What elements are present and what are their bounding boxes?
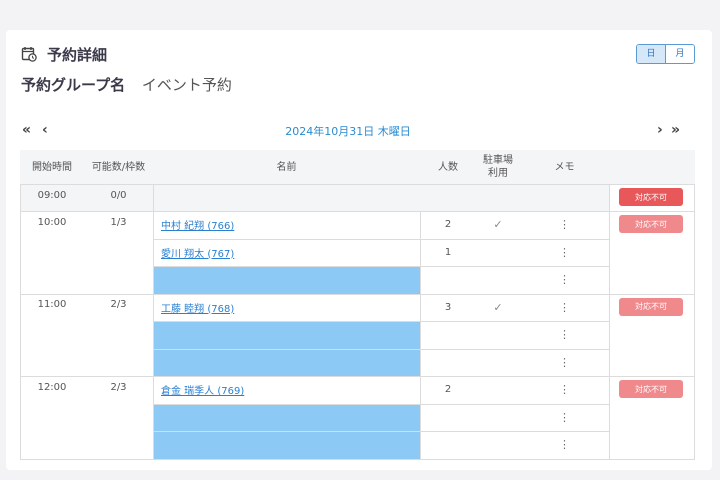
- view-toggle: 日 月: [636, 44, 695, 64]
- column-divider: [694, 293, 695, 376]
- column-header-memo: メモ: [554, 161, 575, 173]
- row-menu-icon[interactable]: ⋮: [520, 239, 609, 267]
- slot-capacity: 2/3: [110, 381, 127, 393]
- slot-start-time: 12:00: [37, 381, 67, 393]
- column-divider: [609, 376, 610, 459]
- row-divider: [20, 376, 695, 377]
- row-divider: [153, 403, 609, 405]
- column-divider: [153, 211, 154, 294]
- empty-slot-cell[interactable]: [153, 321, 420, 349]
- column-divider: [609, 211, 610, 294]
- column-divider: [153, 376, 154, 459]
- slot-start-time: 11:00: [37, 299, 67, 310]
- empty-slot-cell[interactable]: [153, 403, 420, 431]
- reservation-people: 2: [444, 219, 452, 231]
- row-divider: [153, 321, 609, 322]
- column-divider: [609, 184, 610, 211]
- unavailable-button[interactable]: 対応不可: [619, 188, 683, 206]
- row-divider: [153, 238, 609, 240]
- column-divider: [694, 184, 695, 211]
- reservation-name-link[interactable]: 中村 紀翔 (766): [153, 211, 420, 239]
- parking-check-icon: ✓: [493, 218, 503, 232]
- row-divider: [20, 293, 695, 295]
- unavailable-button[interactable]: 対応不可: [619, 215, 683, 233]
- current-date: 2024年10月31日 木曜日: [285, 125, 411, 138]
- row-menu-icon[interactable]: ⋮: [520, 211, 609, 239]
- reservation-people: 2: [444, 384, 452, 396]
- view-day-button[interactable]: 日: [637, 45, 665, 63]
- row-menu-icon[interactable]: ⋮: [520, 294, 609, 322]
- slot-capacity: 2/3: [110, 299, 127, 310]
- column-header-parking: 駐車場 利用: [483, 155, 513, 179]
- column-divider: [420, 376, 421, 459]
- group-name-row: 予約グループ名 イベント予約: [21, 74, 232, 95]
- reservation-name-link[interactable]: 愛川 翔太 (767): [153, 239, 420, 267]
- row-menu-icon[interactable]: ⋮: [520, 321, 609, 349]
- column-divider: [420, 293, 421, 376]
- row-menu-icon[interactable]: ⋮: [520, 431, 609, 459]
- group-name-value: イベント予約: [141, 76, 232, 94]
- column-divider: [20, 293, 21, 376]
- reservation-name-link[interactable]: 工藤 睦翔 (768): [153, 294, 420, 322]
- next-week-button[interactable]: »: [671, 122, 680, 138]
- column-divider: [694, 211, 695, 294]
- column-header-people: 人数: [438, 161, 458, 173]
- group-name-label: 予約グループ名: [21, 76, 126, 94]
- calendar-clock-icon: [21, 47, 37, 62]
- empty-slot-cell[interactable]: [153, 431, 420, 459]
- reservation-table: 開始時間 可能数/枠数 名前 人数 駐車場 利用 メモ 09:00 0/0 対応不可 10:00 1…: [20, 150, 695, 470]
- reservation-people: 3: [444, 301, 452, 313]
- row-divider: [20, 184, 695, 185]
- slot-capacity: 0/0: [110, 189, 127, 201]
- column-header-name: 名前: [276, 161, 297, 173]
- column-header-start-time: 開始時間: [32, 161, 72, 173]
- slot-start-time: 09:00: [37, 189, 67, 201]
- row-menu-icon[interactable]: ⋮: [520, 266, 609, 294]
- column-divider: [694, 376, 695, 459]
- row-divider: [20, 458, 695, 460]
- slot-start-time: 10:00: [37, 216, 67, 228]
- row-menu-icon[interactable]: ⋮: [520, 404, 609, 432]
- row-menu-icon[interactable]: ⋮: [520, 349, 609, 377]
- column-divider: [420, 211, 421, 294]
- column-divider: [20, 376, 21, 459]
- parking-check-icon: ✓: [493, 300, 503, 314]
- view-month-button[interactable]: 月: [665, 45, 694, 63]
- reservation-name-link[interactable]: 倉金 瑞季人 (769): [153, 376, 420, 404]
- row-menu-icon[interactable]: ⋮: [520, 376, 609, 404]
- row-divider: [20, 211, 695, 212]
- column-divider: [20, 184, 21, 211]
- unavailable-button[interactable]: 対応不可: [619, 380, 683, 398]
- column-header-capacity: 可能数/枠数: [91, 161, 146, 173]
- column-divider: [153, 293, 154, 376]
- next-day-button[interactable]: ›: [657, 122, 663, 138]
- row-divider: [153, 348, 609, 350]
- unavailable-button[interactable]: 対応不可: [619, 297, 683, 316]
- slot-capacity: 1/3: [110, 216, 127, 228]
- reservation-detail-card: 予約詳細 日 月 予約グループ名 イベント予約 « ‹ 2024年10月31日 …: [6, 30, 712, 470]
- page-title: 予約詳細: [47, 46, 108, 64]
- row-divider: [153, 266, 609, 267]
- column-divider: [609, 293, 610, 376]
- row-divider: [153, 431, 609, 432]
- empty-slot-cell[interactable]: [153, 266, 420, 294]
- empty-row: [153, 184, 609, 211]
- column-divider: [153, 184, 154, 211]
- reservation-people: 1: [444, 246, 452, 258]
- empty-slot-cell[interactable]: [153, 348, 420, 376]
- column-divider: [20, 211, 21, 294]
